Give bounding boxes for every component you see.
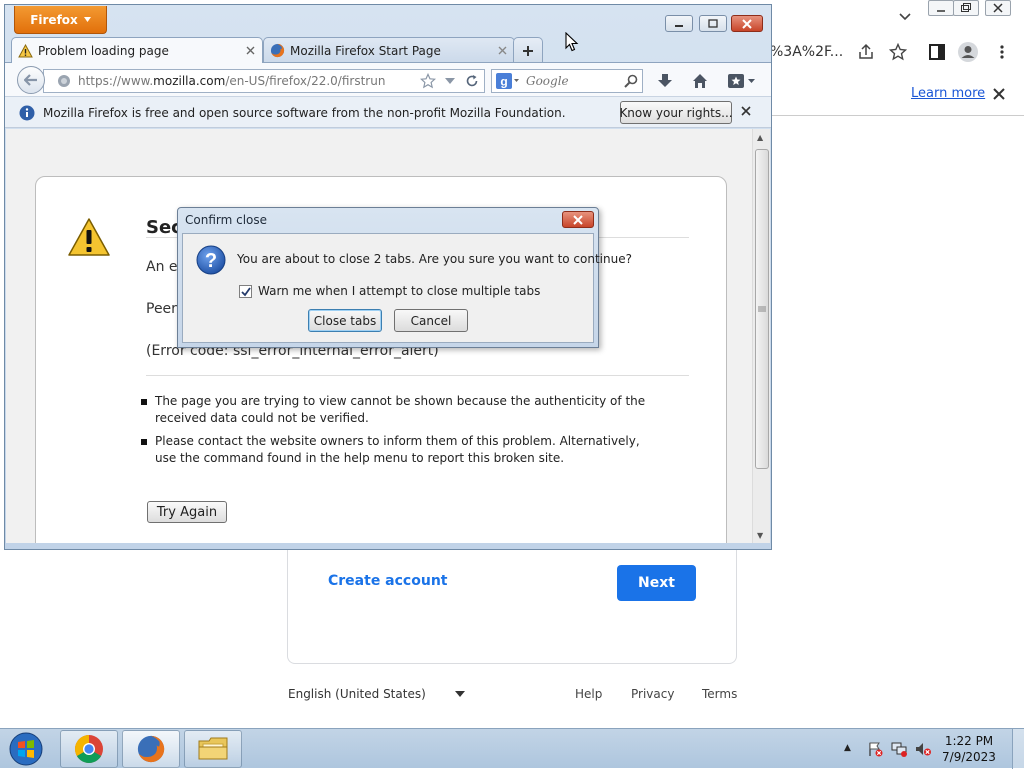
volume-muted-icon[interactable] [914, 741, 932, 757]
reload-icon[interactable] [464, 73, 480, 89]
show-desktop-button[interactable] [1012, 729, 1024, 769]
close-tabs-button[interactable]: Close tabs [308, 309, 382, 332]
chrome-infobar [770, 76, 1024, 116]
caret-down-icon[interactable] [455, 691, 465, 697]
system-clock[interactable]: 1:22 PM 7/9/2023 [936, 733, 1002, 765]
privacy-link[interactable]: Privacy [631, 687, 674, 701]
show-hidden-icons-icon[interactable]: ▲ [844, 743, 851, 753]
url-bar[interactable]: https://www.mozilla.com/en-US/firefox/22… [43, 69, 485, 93]
taskbar-firefox-button[interactable] [122, 730, 180, 768]
plus-icon [522, 45, 534, 57]
tab-problem-loading[interactable]: Problem loading page [11, 37, 263, 63]
learn-more-link[interactable]: Learn more [911, 86, 985, 101]
chrome-minimize-button[interactable] [928, 0, 954, 16]
confirm-close-dialog: Confirm close ? You are about to close 2… [177, 207, 632, 348]
tab-close-icon[interactable] [496, 45, 508, 57]
dialog-message: You are about to close 2 tabs. Are you s… [237, 252, 632, 266]
chrome-tab-chevron-icon[interactable] [897, 8, 913, 24]
language-select[interactable]: English (United States) [288, 687, 426, 701]
chrome-icon [74, 734, 104, 764]
start-button[interactable] [6, 730, 46, 768]
notification-text: Mozilla Firefox is free and open source … [43, 106, 566, 120]
firefox-menu-button[interactable]: Firefox [14, 6, 107, 34]
tab-close-icon[interactable] [244, 45, 256, 57]
search-bar[interactable]: g [491, 69, 643, 93]
side-panel-icon[interactable] [926, 41, 948, 63]
chrome-close-button[interactable] [985, 0, 1011, 16]
scroll-up-icon[interactable]: ▲ [757, 133, 763, 142]
back-arrow-icon [24, 74, 38, 86]
new-tab-button[interactable] [513, 37, 543, 63]
firefox-menu-label: Firefox [30, 12, 78, 27]
chrome-url-fragment[interactable]: %3A%2F... [770, 44, 843, 60]
warning-triangle-icon [67, 217, 111, 257]
google-engine-icon[interactable]: g [496, 73, 520, 89]
dialog-close-button[interactable] [562, 211, 594, 228]
mouse-cursor-icon [565, 32, 579, 52]
notification-bar: Mozilla Firefox is free and open source … [5, 96, 771, 128]
google-signin-card [287, 540, 737, 664]
info-icon [19, 105, 35, 121]
firefox-icon [136, 734, 166, 764]
tab-label: Mozilla Firefox Start Page [290, 43, 441, 58]
taskbar-chrome-button[interactable] [60, 730, 118, 768]
know-your-rights-button[interactable]: Know your rights... [619, 101, 733, 124]
cancel-button[interactable]: Cancel [394, 309, 468, 332]
dropdown-arrow-icon [83, 17, 91, 22]
taskbar-explorer-button[interactable] [184, 730, 242, 768]
bookmarks-menu-icon[interactable] [725, 71, 759, 91]
search-input[interactable] [524, 73, 620, 89]
action-center-flag-icon[interactable] [866, 741, 884, 757]
warn-checkbox[interactable] [239, 285, 252, 298]
bookmark-star-icon[interactable] [420, 73, 436, 89]
scroll-thumb[interactable] [755, 149, 769, 469]
divider [146, 375, 689, 376]
navigation-toolbar: https://www.mozilla.com/en-US/firefox/22… [5, 62, 771, 96]
magnifier-icon[interactable] [624, 74, 638, 88]
globe-icon [56, 73, 72, 89]
scroll-down-icon[interactable]: ▼ [757, 531, 763, 540]
next-button[interactable]: Next [617, 565, 696, 601]
svg-text:?: ? [205, 250, 217, 272]
infobar-close-icon[interactable] [989, 84, 1009, 104]
list-item: Please contact the website owners to inf… [141, 433, 656, 467]
windows-logo-icon [9, 732, 43, 766]
tab-firefox-start-page[interactable]: Mozilla Firefox Start Page [263, 37, 515, 63]
firefox-icon [270, 43, 285, 58]
question-icon: ? [196, 245, 226, 275]
url-text: https://www.mozilla.com/en-US/firefox/22… [78, 74, 386, 88]
chrome-menu-icon[interactable] [991, 41, 1013, 63]
back-button[interactable] [17, 66, 45, 94]
warn-checkbox-label[interactable]: Warn me when I attempt to close multiple… [258, 284, 540, 298]
chrome-restore-button[interactable] [953, 0, 979, 16]
downloads-icon[interactable] [654, 71, 676, 91]
taskbar: ▲ 1:22 PM 7/9/2023 [0, 728, 1024, 769]
create-account-button[interactable]: Create account [328, 573, 447, 589]
home-icon[interactable] [689, 71, 711, 91]
network-icon[interactable] [890, 741, 908, 757]
history-dropdown-icon[interactable] [442, 73, 458, 89]
dialog-title: Confirm close [185, 213, 268, 227]
explorer-folder-icon [197, 735, 229, 763]
clock-date: 7/9/2023 [942, 750, 996, 764]
bookmark-star-icon[interactable] [887, 41, 909, 63]
tab-label: Problem loading page [38, 43, 169, 58]
terms-link[interactable]: Terms [702, 687, 737, 701]
firefox-minimize-button[interactable] [665, 15, 693, 32]
vertical-scrollbar[interactable]: ▲ ▼ [752, 129, 770, 543]
firefox-restore-button[interactable] [699, 15, 727, 32]
svg-text:g: g [500, 75, 507, 89]
error-description: An e [146, 259, 178, 275]
share-icon[interactable] [855, 41, 877, 63]
profile-avatar-icon[interactable] [957, 41, 979, 63]
list-item: The page you are trying to view cannot b… [141, 393, 656, 427]
warning-icon [18, 43, 33, 58]
error-peer-text: Peer [146, 301, 177, 317]
dialog-body: ? You are about to close 2 tabs. Are you… [182, 233, 632, 343]
help-link[interactable]: Help [575, 687, 602, 701]
notification-close-icon[interactable] [741, 106, 751, 116]
firefox-close-button[interactable] [731, 15, 763, 32]
try-again-button[interactable]: Try Again [147, 501, 227, 523]
clock-time: 1:22 PM [944, 734, 994, 748]
